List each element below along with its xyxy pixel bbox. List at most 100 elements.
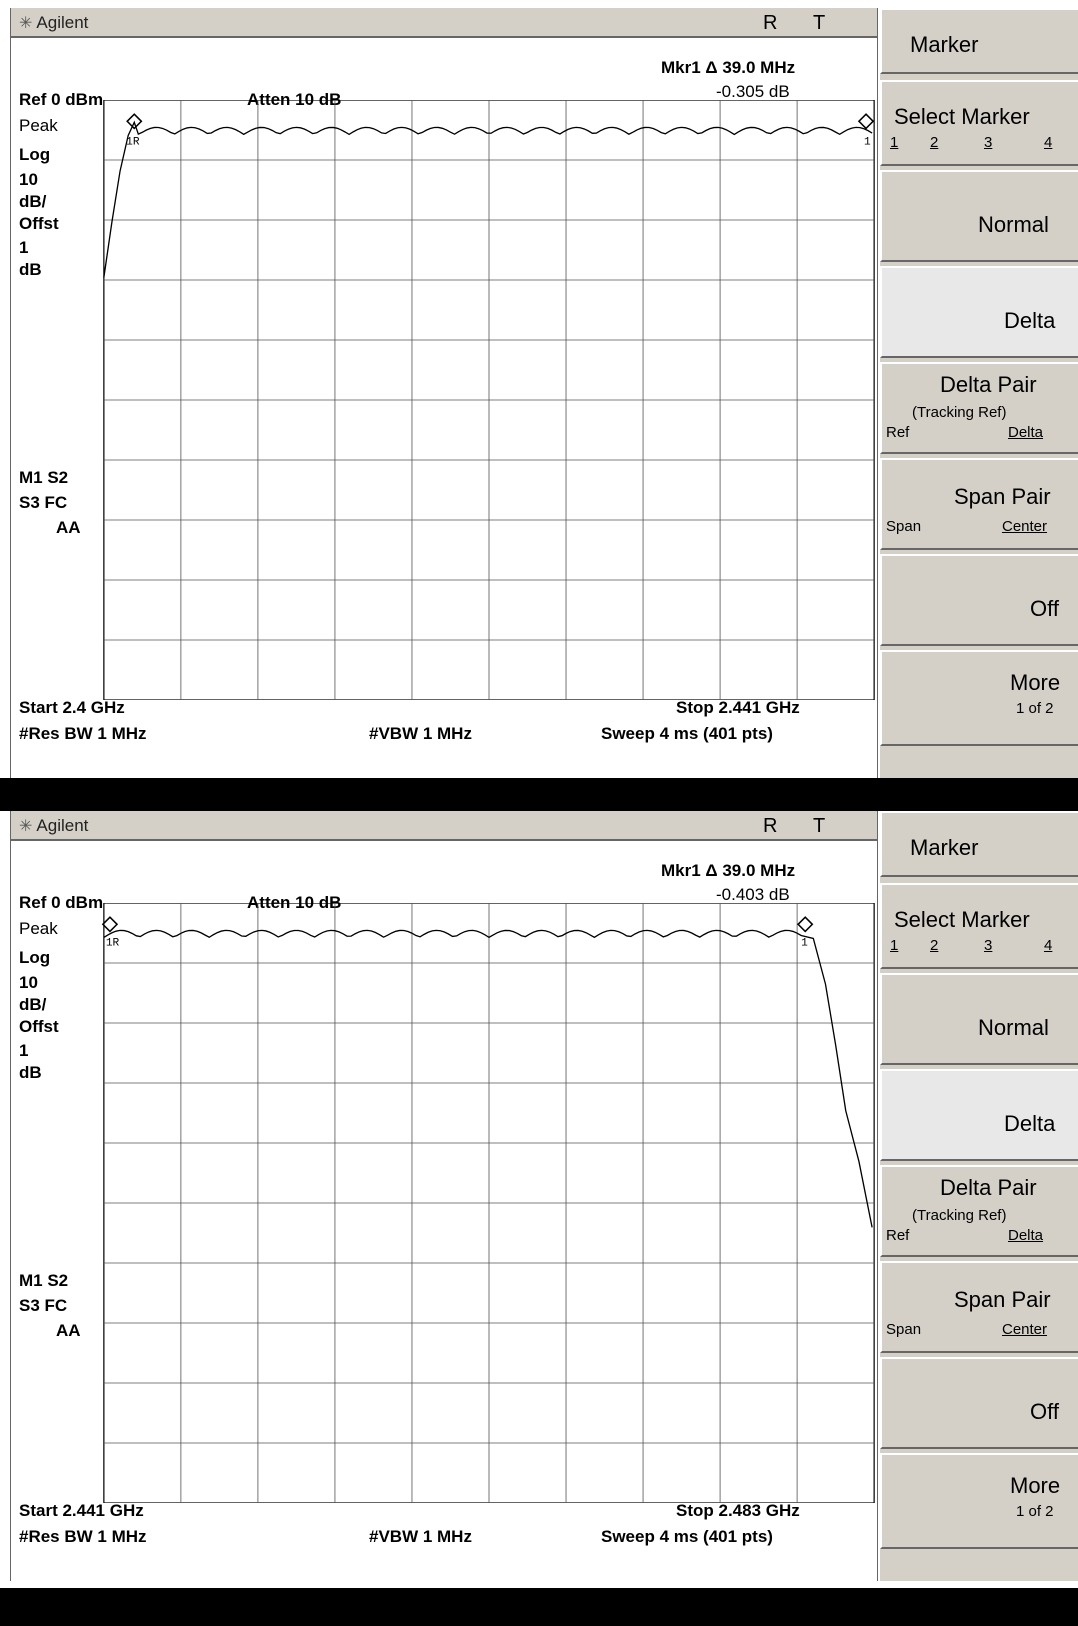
select-marker-key[interactable]: Select Marker 1 2 3 4 xyxy=(880,80,1078,166)
bottom-bar xyxy=(0,1588,1078,1626)
delta-key[interactable]: Delta xyxy=(880,1069,1078,1161)
spectrum-graph-1: 1R 1 xyxy=(103,100,875,700)
top-strip xyxy=(0,0,1078,8)
normal-key[interactable]: Normal xyxy=(880,170,1078,262)
span-pair-key[interactable]: Span Pair Span Center xyxy=(880,458,1078,550)
delta-pair-label: Delta Pair xyxy=(940,372,1037,397)
page-indicator: 1 of 2 xyxy=(1016,700,1054,717)
spectrum-trace xyxy=(103,120,873,278)
offset-value: 1 xyxy=(19,238,29,257)
marker-number-1[interactable]: 1 xyxy=(890,937,898,954)
brand-logo: ✳ Agilent xyxy=(19,816,88,836)
analyzer-panel-2: ✳ Agilent R T Mkr1 Δ 39.0 MHz -0.403 dB R… xyxy=(0,811,1078,1581)
delta-pair-key[interactable]: Delta Pair (Tracking Ref) Ref Delta xyxy=(880,1165,1078,1257)
delta-label: Delta xyxy=(1004,308,1056,333)
delta-marker-diamond xyxy=(797,916,814,933)
scale-log: Log xyxy=(19,948,51,967)
analyzer-panel-1: ✳ Agilent R T Mkr1 Δ 39.0 MHz -0.305 dB R… xyxy=(0,8,1078,778)
delta-marker-tag: 1 xyxy=(864,137,871,149)
offset-label: Offst xyxy=(19,214,59,233)
video-bandwidth: #VBW 1 MHz xyxy=(369,724,472,743)
status-flags-1: M1 S2 xyxy=(19,1271,69,1290)
ref-level: Ref 0 dBm xyxy=(19,90,104,109)
more-label: More xyxy=(1010,1473,1061,1498)
tracking-ref-label: (Tracking Ref) xyxy=(912,1207,1007,1224)
off-key[interactable]: Off xyxy=(880,554,1078,646)
offset-label: Offst xyxy=(19,1017,59,1036)
scale-value: 10 xyxy=(19,170,38,189)
spectrum-graph-2: 1R 1 xyxy=(101,903,875,1503)
marker-number-2[interactable]: 2 xyxy=(930,937,938,954)
scale-unit: dB/ xyxy=(19,192,47,211)
stop-frequency: Stop 2.483 GHz xyxy=(676,1501,800,1520)
status-flags-2: S3 FC xyxy=(19,493,68,512)
spectrum-trace xyxy=(103,929,873,1228)
delta-pair-key[interactable]: Delta Pair (Tracking Ref) Ref Delta xyxy=(880,362,1078,454)
reference-marker-tag: 1R xyxy=(106,938,120,950)
resolution-bandwidth: #Res BW 1 MHz xyxy=(19,1527,147,1546)
status-t: T xyxy=(813,815,826,837)
graticule xyxy=(103,903,875,1503)
softkey-panel-1: Marker Select Marker 1 2 3 4 Normal Delt… xyxy=(880,8,1078,778)
normal-label: Normal xyxy=(978,212,1049,237)
reference-marker-tag: 1R xyxy=(126,137,140,149)
start-frequency: Start 2.441 GHz xyxy=(19,1501,144,1520)
panel-separator xyxy=(0,778,1078,811)
marker-number-4[interactable]: 4 xyxy=(1044,937,1052,954)
marker-number-2[interactable]: 2 xyxy=(930,134,938,151)
span-pair-key[interactable]: Span Pair Span Center xyxy=(880,1261,1078,1353)
menu-title: Marker xyxy=(910,32,979,57)
off-key[interactable]: Off xyxy=(880,1357,1078,1449)
softkey-panel-2: Marker Select Marker 1 2 3 4 Normal Delt… xyxy=(880,811,1078,1581)
select-marker-label: Select Marker xyxy=(894,907,1030,932)
select-marker-key[interactable]: Select Marker 1 2 3 4 xyxy=(880,883,1078,969)
ref-level: Ref 0 dBm xyxy=(19,893,104,912)
offset-unit: dB xyxy=(19,1063,42,1082)
status-r: R xyxy=(763,815,778,837)
scale-unit: dB/ xyxy=(19,995,47,1014)
graticule xyxy=(103,100,875,700)
delta-key[interactable]: Delta xyxy=(880,266,1078,358)
agilent-star-icon: ✳ xyxy=(19,818,33,835)
span-pair-label: Span Pair xyxy=(954,1287,1051,1312)
normal-key[interactable]: Normal xyxy=(880,973,1078,1065)
analyzer-screen-1: ✳ Agilent R T Mkr1 Δ 39.0 MHz -0.305 dB R… xyxy=(10,8,878,778)
marker-number-3[interactable]: 3 xyxy=(984,937,992,954)
marker-number-1[interactable]: 1 xyxy=(890,134,898,151)
video-bandwidth: #VBW 1 MHz xyxy=(369,1527,472,1546)
scale-value: 10 xyxy=(19,973,38,992)
select-marker-label: Select Marker xyxy=(894,104,1030,129)
delta-option: Delta xyxy=(1008,424,1044,441)
delta-marker-tag: 1 xyxy=(801,938,808,950)
marker-value: -0.305 dB xyxy=(716,82,790,101)
menu-title-key: Marker xyxy=(880,8,1078,74)
center-option: Center xyxy=(1002,518,1048,535)
sweep-time: Sweep 4 ms (401 pts) xyxy=(601,1527,773,1546)
delta-label: Delta xyxy=(1004,1111,1056,1136)
more-key[interactable]: More 1 of 2 xyxy=(880,650,1078,746)
detector-label: Peak xyxy=(19,116,58,135)
center-option: Center xyxy=(1002,1321,1048,1338)
normal-label: Normal xyxy=(978,1015,1049,1040)
marker-readout: Mkr1 Δ 39.0 MHz xyxy=(661,58,796,77)
status-flags-3: AA xyxy=(56,1321,81,1340)
marker-number-3[interactable]: 3 xyxy=(984,134,992,151)
ref-option: Ref xyxy=(886,1227,910,1244)
status-r: R xyxy=(763,12,778,34)
sweep-time: Sweep 4 ms (401 pts) xyxy=(601,724,773,743)
offset-unit: dB xyxy=(19,260,42,279)
more-key[interactable]: More 1 of 2 xyxy=(880,1453,1078,1549)
ref-option: Ref xyxy=(886,424,910,441)
start-frequency: Start 2.4 GHz xyxy=(19,698,125,717)
span-option: Span xyxy=(886,1321,922,1338)
span-option: Span xyxy=(886,518,922,535)
status-flags-1: M1 S2 xyxy=(19,468,69,487)
marker-value: -0.403 dB xyxy=(716,885,790,904)
analyzer-screen-2: ✳ Agilent R T Mkr1 Δ 39.0 MHz -0.403 dB R… xyxy=(10,811,878,1581)
agilent-star-icon: ✳ xyxy=(19,15,33,32)
off-label: Off xyxy=(1030,596,1059,621)
delta-option: Delta xyxy=(1008,1227,1044,1244)
menu-title: Marker xyxy=(910,835,979,860)
brand-name: Agilent xyxy=(36,13,89,32)
marker-number-4[interactable]: 4 xyxy=(1044,134,1052,151)
